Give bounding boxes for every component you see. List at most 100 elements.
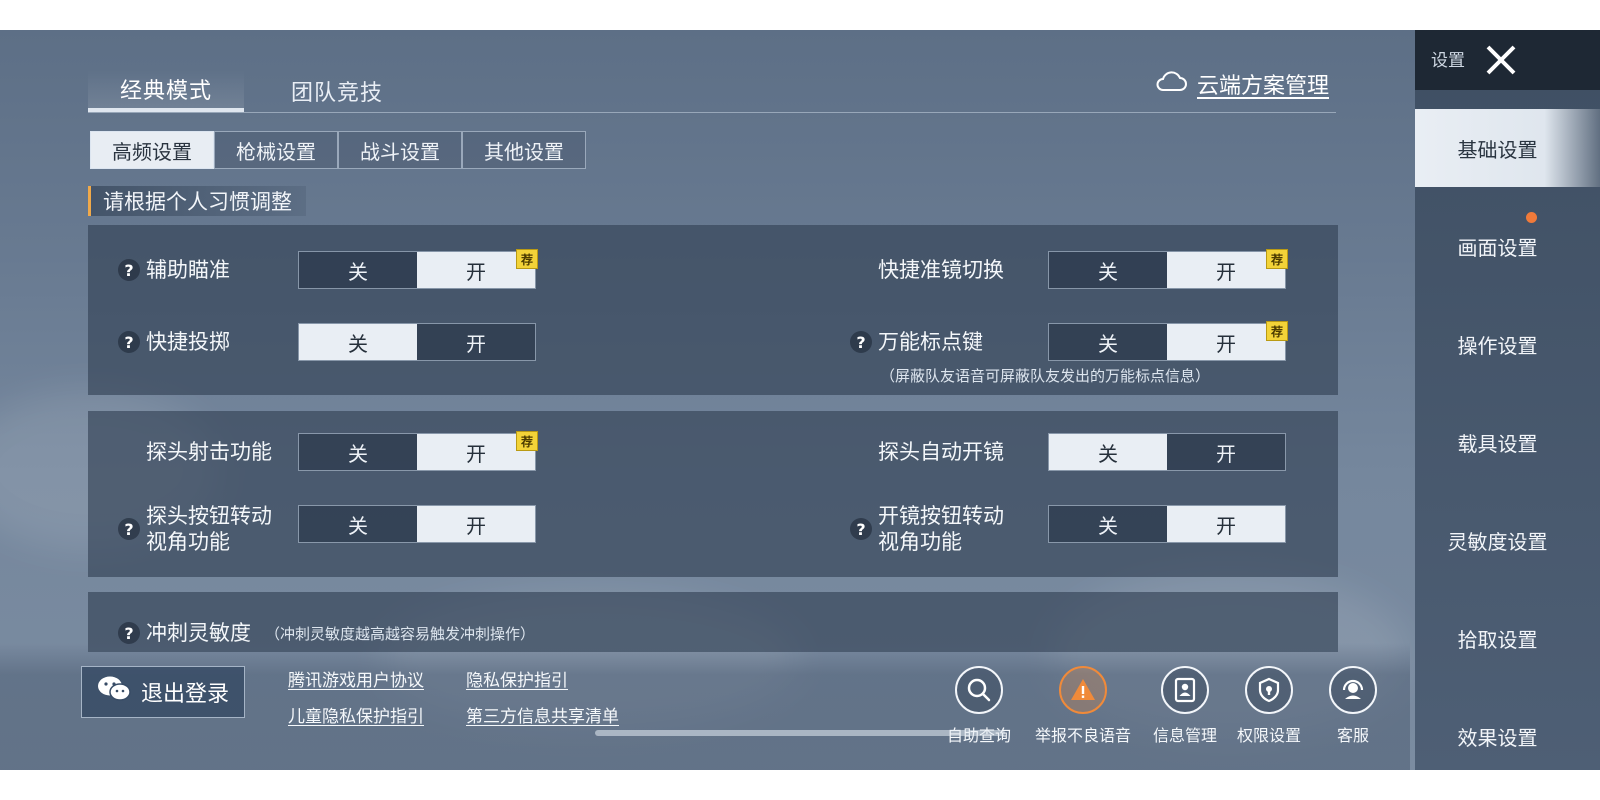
permission-settings-button[interactable]: 权限设置 [1221,666,1317,746]
toggle-off[interactable]: 关 [299,252,417,288]
setting-peek-button-turn: ? 探头按钮转动 视角功能 [118,503,272,555]
sidebar-item-pickup[interactable]: 拾取设置 [1415,599,1600,677]
subtab-combat[interactable]: 战斗设置 [338,131,462,169]
help-icon[interactable]: ? [850,518,872,540]
setting-quick-throw: ? 快捷投掷 [118,329,230,355]
toggle-on-label: 开 [1216,259,1236,284]
link-privacy-guide[interactable]: 隐私保护指引 [466,666,568,691]
setting-label: 万能标点键 [878,330,983,354]
notification-dot [1526,212,1537,223]
toggle-on[interactable]: 开 [417,324,535,360]
toggle-off[interactable]: 关 [1049,252,1167,288]
scope-button-turn-toggle: 关 开 [1048,505,1286,543]
sidebar-item-basic[interactable]: 基础设置 [1415,109,1600,187]
settings-screen: 经典模式 团队竞技 云端方案管理 高频设置 枪械设置 战斗设置 其他设置 请根据… [0,30,1600,770]
setting-label-line: 视角功能 [146,530,230,554]
scrollbar[interactable] [595,730,1005,736]
sprint-sensitivity-note: （冲刺灵敏度越高越容易触发冲刺操作） [265,624,536,643]
setting-label: 快捷投掷 [146,330,230,354]
setting-label: 快捷准镜切换 [878,258,1004,282]
setting-label: 探头射击功能 [146,440,272,464]
toggle-on[interactable]: 开 [1167,434,1285,470]
subtab-other[interactable]: 其他设置 [462,131,586,169]
toggle-on[interactable]: 开荐 [417,249,538,288]
report-voice-button[interactable]: 举报不良语音 [1035,666,1131,746]
help-icon[interactable]: ? [850,331,872,353]
setting-label: 探头按钮转动 视角功能 [146,503,272,555]
tab-divider [88,112,1336,113]
toggle-on[interactable]: 开 [417,506,535,542]
toggle-on-label: 开 [466,441,486,466]
sidebar-title: 设置 [1431,51,1465,71]
peek-auto-scope-toggle: 关 开 [1048,433,1286,471]
wechat-icon [97,675,131,709]
logout-button[interactable]: 退出登录 [81,666,245,718]
setting-label: 开镜按钮转动 视角功能 [878,503,1004,555]
toggle-off[interactable]: 关 [299,506,417,542]
toggle-off[interactable]: 关 [1049,434,1167,470]
sidebar-item-controls[interactable]: 操作设置 [1415,305,1600,383]
toggle-off[interactable]: 关 [299,434,417,470]
help-icon[interactable]: ? [118,259,140,281]
service-label: 客服 [1336,726,1369,745]
toggle-on[interactable]: 开荐 [417,431,538,470]
headset-icon [1329,666,1377,714]
help-icon[interactable]: ? [118,331,140,353]
setting-label-line: 探头按钮转动 [146,504,272,528]
sidebar-header: 设置 [1415,30,1600,90]
setting-scope-switch: ? 快捷准镜切换 [850,257,1004,283]
toggle-off[interactable]: 关 [1049,506,1167,542]
quick-throw-toggle: 关 开 [298,323,536,361]
settings-subtabs: 高频设置 枪械设置 战斗设置 其他设置 [90,131,586,169]
settings-sidebar: 设置 基础设置 画面设置 操作设置 载具设置 灵敏度设置 拾取设置 效果设置 [1415,30,1600,770]
service-label: 举报不良语音 [1035,726,1132,745]
recommended-badge: 荐 [516,249,538,269]
setting-peek-auto-scope: ? 探头自动开镜 [850,439,1004,465]
customer-service-button[interactable]: 客服 [1305,666,1401,746]
sidebar-item-effects[interactable]: 效果设置 [1415,697,1600,770]
cloud-icon [1155,70,1187,98]
link-child-privacy[interactable]: 儿童隐私保护指引 [288,702,424,727]
setting-label: 辅助瞄准 [146,258,230,282]
setting-label-line: 视角功能 [878,530,962,554]
recommended-badge: 荐 [1266,321,1288,341]
toggle-on-label: 开 [466,259,486,284]
link-third-party-sharing[interactable]: 第三方信息共享清单 [466,702,619,727]
toggle-on[interactable]: 开 [1167,506,1285,542]
tab-classic-mode[interactable]: 经典模式 [88,70,244,112]
peek-fire-toggle: 关 开荐 [298,431,538,471]
aim-assist-toggle: 关 开荐 [298,249,538,289]
section-hint: 请根据个人习惯调整 [88,186,306,216]
recommended-badge: 荐 [516,431,538,451]
toggle-off[interactable]: 关 [299,324,417,360]
sidebar-item-vehicle[interactable]: 载具设置 [1415,403,1600,481]
setting-universal-mark: ? 万能标点键 [850,329,983,355]
sidebar-item-sensitivity[interactable]: 灵敏度设置 [1415,501,1600,579]
link-user-agreement[interactable]: 腾讯游戏用户协议 [288,666,424,691]
info-management-button[interactable]: 信息管理 [1137,666,1233,746]
toggle-on[interactable]: 开荐 [1167,249,1288,288]
service-label: 信息管理 [1152,726,1217,745]
help-icon[interactable]: ? [118,622,140,644]
shield-lock-icon [1245,666,1293,714]
setting-scope-button-turn: ? 开镜按钮转动 视角功能 [850,503,1004,555]
peek-button-turn-toggle: 关 开 [298,505,536,543]
subtab-high-frequency[interactable]: 高频设置 [90,131,214,169]
setting-aim-assist: ? 辅助瞄准 [118,257,230,283]
toggle-off[interactable]: 关 [1049,324,1167,360]
universal-mark-note: （屏蔽队友语音可屏蔽队友发出的万能标点信息） [880,367,1211,385]
toggle-on[interactable]: 开荐 [1167,321,1288,360]
sidebar-item-graphics[interactable]: 画面设置 [1415,207,1600,285]
tab-team-mode[interactable]: 团队竞技 [262,70,412,112]
cloud-plan-management-link[interactable]: 云端方案管理 [1155,68,1329,100]
warning-icon [1059,666,1107,714]
settings-panel: ? 探头射击功能 关 开荐 ? 探头按钮转动 视角功能 关 开 ? 探头自动开镜… [88,411,1338,577]
recommended-badge: 荐 [1266,249,1288,269]
settings-panel: ? 辅助瞄准 关 开荐 ? 快捷投掷 关 开 ? 快捷准镜切换 关 开荐 ? 万… [88,225,1338,395]
search-icon [955,666,1003,714]
service-label: 权限设置 [1236,726,1301,745]
subtab-weapon[interactable]: 枪械设置 [214,131,338,169]
close-button[interactable] [1481,40,1521,80]
help-icon[interactable]: ? [118,518,140,540]
universal-mark-toggle: 关 开荐 [1048,321,1288,361]
